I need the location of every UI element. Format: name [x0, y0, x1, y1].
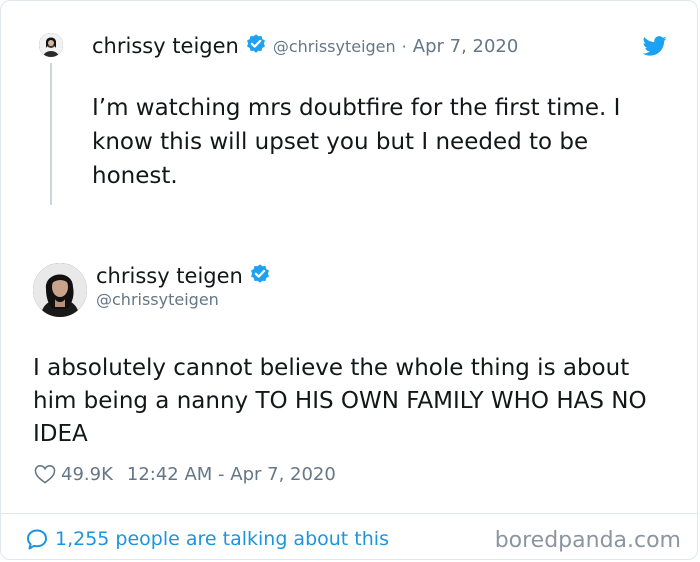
tweet-timestamp[interactable]: 12:42 AM - Apr 7, 2020	[127, 464, 336, 485]
parent-avatar[interactable]	[39, 33, 63, 57]
tweet-embed-card: chrissy teigen @chrissyteigen · Apr 7, 2…	[0, 0, 699, 560]
author-avatar[interactable]	[33, 263, 87, 317]
thread-connector-line	[50, 63, 52, 205]
tweet-meta-row: 49.9K 12:42 AM - Apr 7, 2020	[34, 461, 336, 487]
tweet-text: I absolutely cannot believe the whole th…	[33, 355, 647, 447]
verified-badge-icon	[245, 33, 267, 59]
verified-badge-icon	[249, 263, 271, 289]
conversation-link[interactable]: 1,255 people are talking about this	[25, 525, 389, 553]
parent-tweet-date[interactable]: Apr 7, 2020	[413, 36, 519, 57]
header-separator: ·	[401, 36, 407, 56]
speech-bubble-icon	[27, 529, 47, 550]
watermark-text: boredpanda.com	[494, 527, 681, 553]
author-name[interactable]: chrissy teigen	[96, 264, 243, 288]
footer-divider	[1, 513, 699, 514]
heart-icon[interactable]	[34, 464, 61, 484]
author-name-row: chrissy teigen	[96, 262, 271, 290]
twitter-bird-icon[interactable]	[642, 35, 667, 57]
author-handle[interactable]: @chrissyteigen	[96, 290, 219, 309]
like-count[interactable]: 49.9K	[61, 464, 113, 485]
parent-tweet-text: I’m watching mrs doubtfire for the first…	[92, 95, 621, 189]
parent-tweet-header: chrissy teigen @chrissyteigen · Apr 7, 2…	[92, 31, 518, 61]
parent-author-name[interactable]: chrissy teigen	[92, 34, 239, 58]
parent-author-handle[interactable]: @chrissyteigen	[273, 37, 396, 56]
conversation-label[interactable]: 1,255 people are talking about this	[55, 528, 389, 550]
